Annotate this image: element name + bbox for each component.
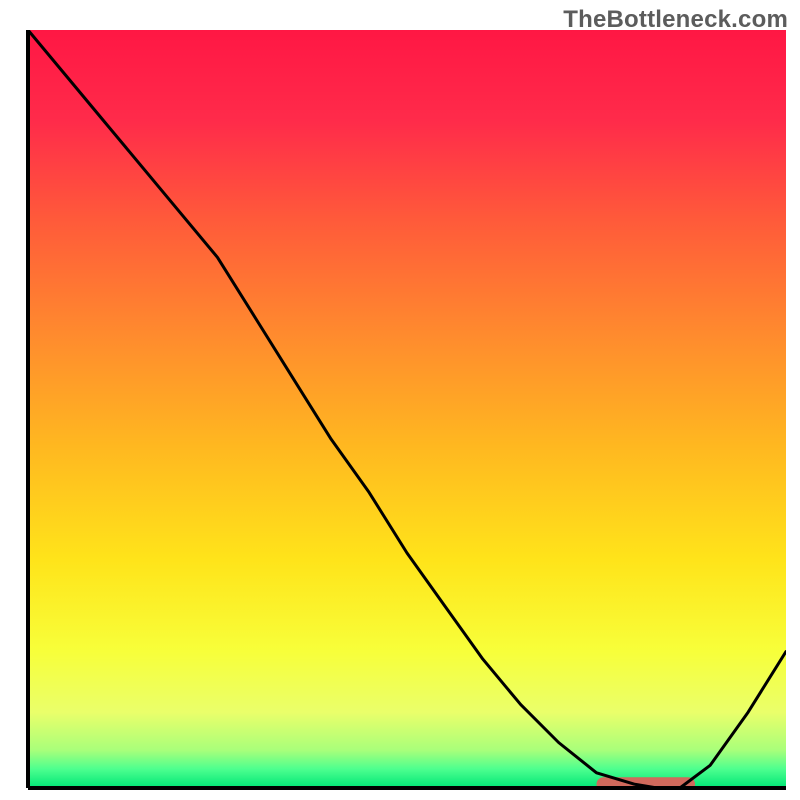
gradient-background [28, 30, 786, 788]
bottleneck-chart [0, 0, 800, 800]
chart-stage: TheBottleneck.com [0, 0, 800, 800]
